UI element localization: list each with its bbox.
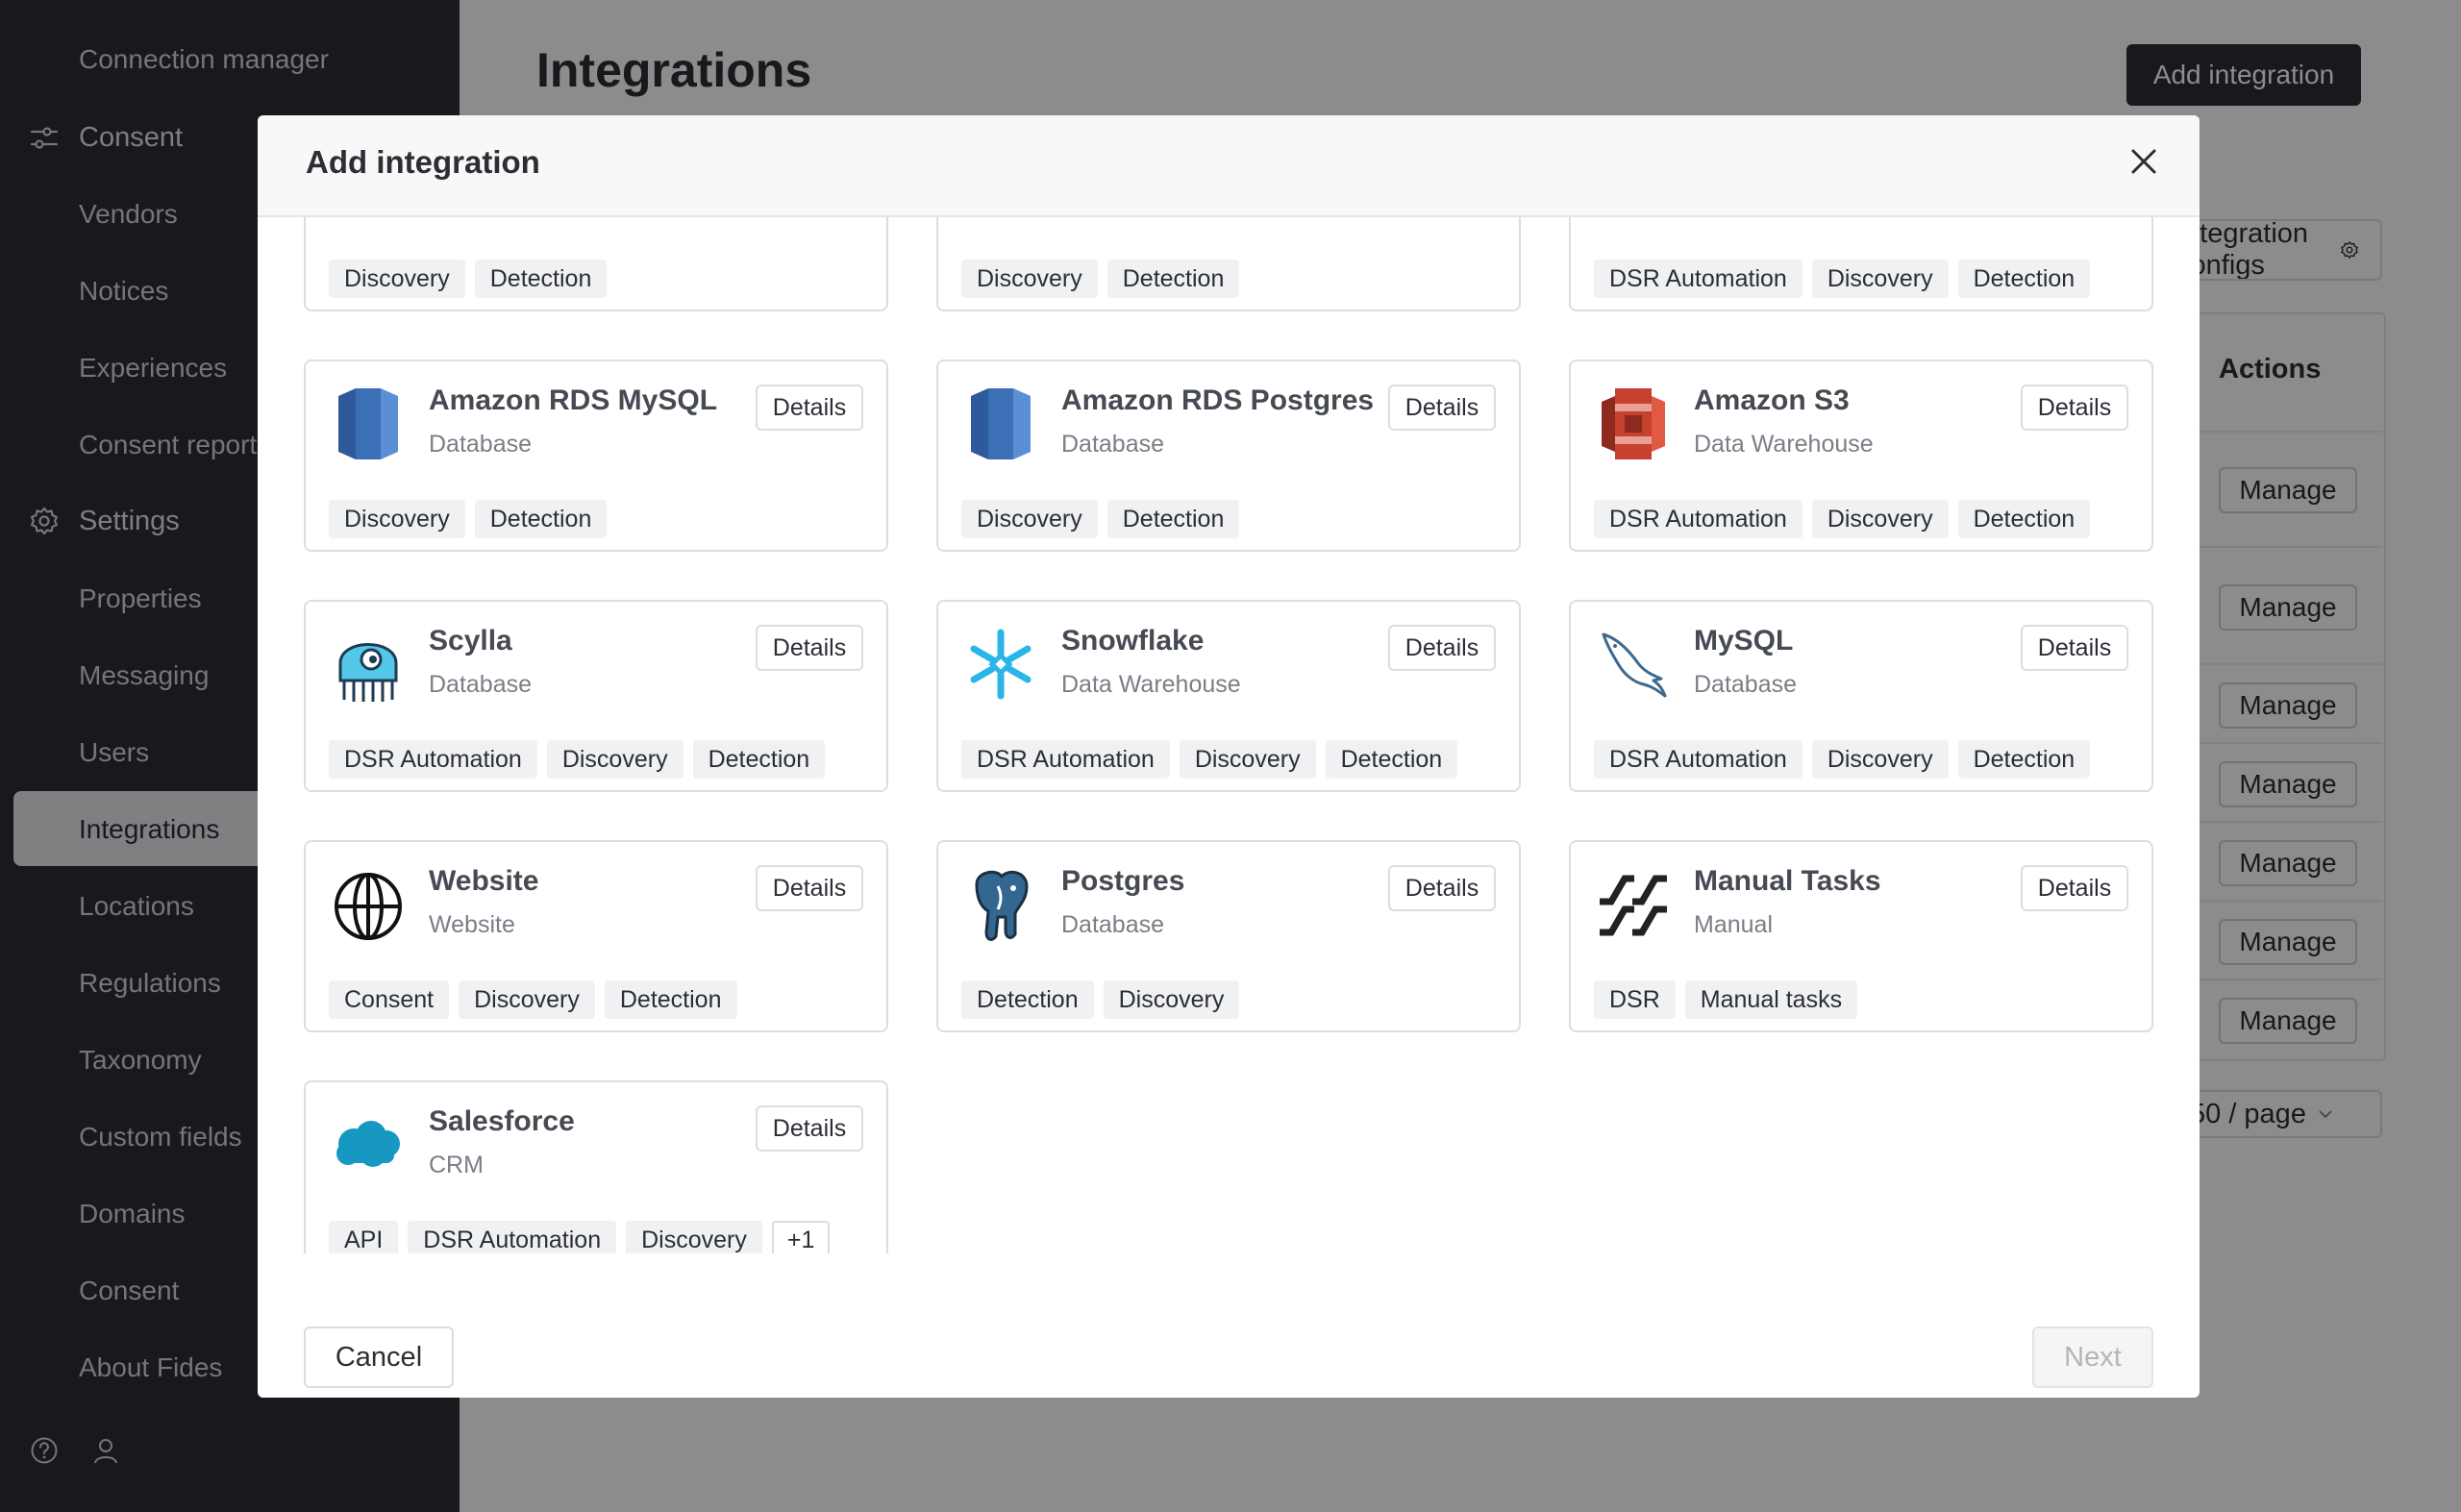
tag: DSR Automation — [1594, 740, 1802, 779]
details-button[interactable]: Details — [2021, 384, 2128, 431]
integration-card-website[interactable]: Website Website Details Consent Discover… — [304, 840, 888, 1032]
manual-tasks-icon — [1600, 875, 1667, 936]
tag: DSR Automation — [1594, 500, 1802, 538]
integration-card-amazon-s3[interactable]: Amazon S3 Data Warehouse Details DSR Aut… — [1569, 359, 2153, 552]
details-button[interactable]: Details — [756, 384, 863, 431]
tag: DSR Automation — [1594, 260, 1802, 298]
tag: Detection — [1957, 740, 2091, 779]
aws-rds-icon — [338, 388, 398, 459]
scylla-icon — [338, 643, 398, 702]
salesforce-cloud-icon — [336, 1121, 400, 1167]
tag: Discovery — [329, 500, 465, 538]
modal-title: Add integration — [306, 144, 540, 180]
integration-name: Website — [429, 865, 539, 897]
tag: Consent — [329, 980, 450, 1019]
tag: Discovery — [1103, 980, 1240, 1019]
details-button[interactable]: Details — [1388, 384, 1496, 431]
aws-s3-icon — [1602, 388, 1665, 459]
tag: Discovery — [1811, 740, 1949, 779]
globe-icon — [335, 873, 402, 940]
tag: Manual tasks — [1684, 980, 1858, 1019]
mysql-dolphin-icon — [1602, 632, 1667, 698]
details-button[interactable]: Details — [756, 625, 863, 671]
tag: Detection — [604, 980, 737, 1019]
tag: Detection — [474, 260, 608, 298]
add-integration-modal: Add integration Discovery Detection Disc… — [258, 115, 2200, 1398]
tag: Detection — [1957, 500, 2091, 538]
tag: Discovery — [329, 260, 465, 298]
integration-category: Database — [1694, 671, 1798, 698]
integration-name: Manual Tasks — [1694, 865, 1881, 897]
integration-card-manual-tasks[interactable]: Manual Tasks Manual Details DSR Manual t… — [1569, 840, 2153, 1032]
next-button[interactable]: Next — [2032, 1326, 2153, 1388]
tag: Discovery — [459, 980, 595, 1019]
integration-name: Postgres — [1061, 865, 1185, 897]
details-button[interactable]: Details — [1388, 865, 1496, 911]
tag: Detection — [1957, 260, 2091, 298]
tag: Discovery — [546, 740, 684, 779]
tag: Detection — [1106, 500, 1240, 538]
integration-card-mysql[interactable]: MySQL Database Details DSR Automation Di… — [1569, 600, 2153, 792]
tag: DSR Automation — [961, 740, 1170, 779]
integration-category: Manual — [1694, 911, 1773, 938]
tag: Detection — [474, 500, 608, 538]
tag: API — [329, 1221, 399, 1253]
integration-card-salesforce[interactable]: Salesforce CRM Details API DSR Automatio… — [304, 1080, 888, 1253]
modal-header: Add integration — [258, 115, 2200, 217]
details-button[interactable]: Details — [2021, 865, 2128, 911]
tag: Detection — [1106, 260, 1240, 298]
integration-category: CRM — [429, 1152, 484, 1178]
integration-card-amazon-rds-mysql[interactable]: Amazon RDS MySQL Database Details Discov… — [304, 359, 888, 552]
integration-category: Database — [1061, 431, 1165, 458]
integration-category: Data Warehouse — [1694, 431, 1874, 458]
integration-name: Snowflake — [1061, 625, 1205, 657]
tag: DSR Automation — [329, 740, 537, 779]
tag: DSR — [1594, 980, 1676, 1019]
details-button[interactable]: Details — [2021, 625, 2128, 671]
more-tags-badge[interactable]: +1 — [771, 1221, 831, 1253]
cancel-button[interactable]: Cancel — [304, 1326, 454, 1388]
tag: Detection — [692, 740, 826, 779]
integration-card-scylla[interactable]: Scylla Database Details DSR Automation D… — [304, 600, 888, 792]
integration-card-amazon-rds-postgres[interactable]: Amazon RDS Postgres Database Details Dis… — [936, 359, 1521, 552]
close-icon[interactable] — [2123, 140, 2165, 183]
integration-category: Database — [429, 431, 533, 458]
tag: Discovery — [961, 500, 1098, 538]
tag: Discovery — [961, 260, 1098, 298]
integration-name: Amazon S3 — [1694, 384, 1850, 416]
snowflake-icon — [970, 629, 1032, 700]
integration-name: Amazon RDS Postgres — [1061, 384, 1375, 416]
postgres-elephant-icon — [975, 870, 1029, 941]
integration-card[interactable]: Discovery Detection — [304, 215, 888, 311]
integration-card[interactable]: Discovery Detection — [936, 215, 1521, 311]
tag: Discovery — [1811, 260, 1949, 298]
integration-name: Scylla — [429, 625, 512, 657]
modal-footer: Cancel Next — [258, 1253, 2200, 1398]
tag: Discovery — [1179, 740, 1316, 779]
integration-category: Data Warehouse — [1061, 671, 1241, 698]
integration-card[interactable]: DSR Automation Discovery Detection — [1569, 215, 2153, 311]
details-button[interactable]: Details — [756, 865, 863, 911]
aws-rds-icon — [971, 388, 1031, 459]
integration-category: Website — [429, 911, 515, 938]
integration-name: Amazon RDS MySQL — [429, 384, 718, 416]
tag: Discovery — [1811, 500, 1949, 538]
integration-category: Database — [429, 671, 533, 698]
integration-card-snowflake[interactable]: Snowflake Data Warehouse Details DSR Aut… — [936, 600, 1521, 792]
integration-category: Database — [1061, 911, 1165, 938]
integration-card-postgres[interactable]: Postgres Database Details Detection Disc… — [936, 840, 1521, 1032]
details-button[interactable]: Details — [756, 1105, 863, 1152]
integration-name: MySQL — [1694, 625, 1794, 657]
integration-grid: Discovery Detection Discovery Detection … — [258, 215, 2200, 1253]
details-button[interactable]: Details — [1388, 625, 1496, 671]
integration-name: Salesforce — [429, 1105, 575, 1137]
tag: Detection — [1325, 740, 1458, 779]
tag: Detection — [961, 980, 1094, 1019]
tag: Discovery — [626, 1221, 762, 1253]
tag: DSR Automation — [408, 1221, 617, 1253]
